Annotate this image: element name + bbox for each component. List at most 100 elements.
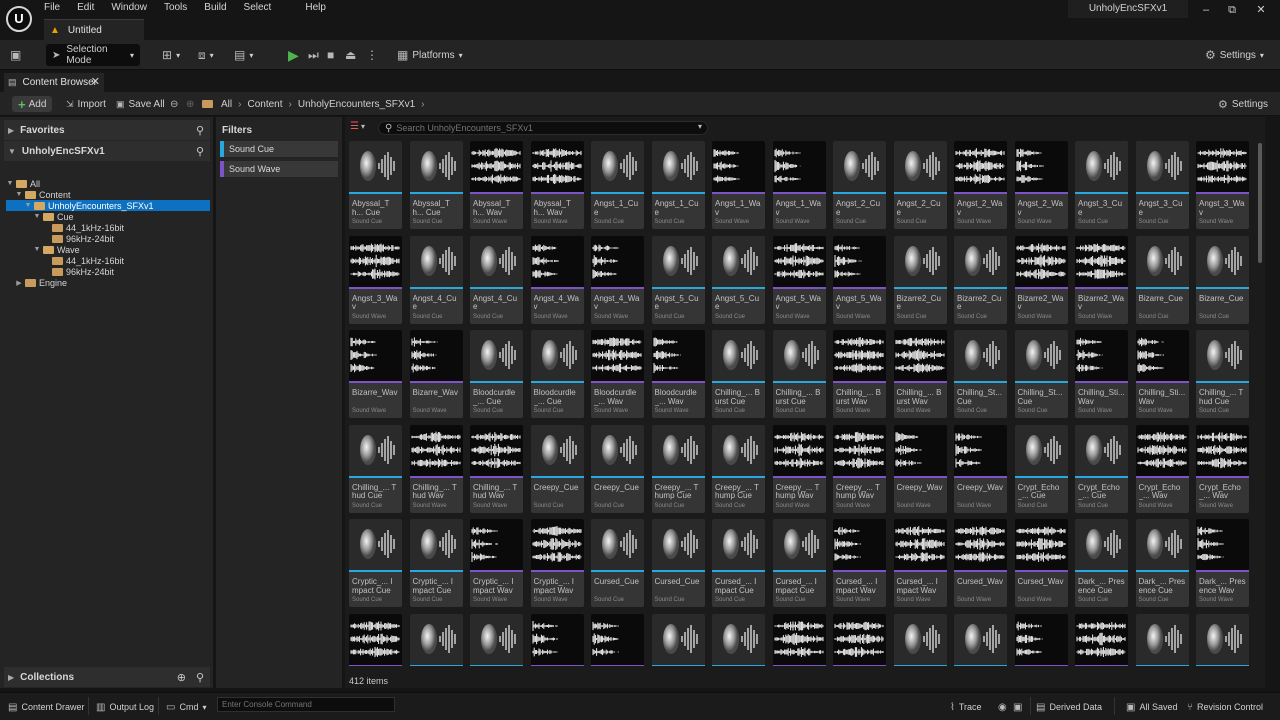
chevron-right-icon[interactable]: › (421, 99, 424, 110)
content-drawer-button[interactable]: ▤ Content Drawer (8, 699, 84, 715)
sound-wave-asset-tile[interactable]: Cursed_... Impact Wav Sound Wave (893, 519, 947, 608)
tree-folder-item[interactable]: ▼ All (6, 178, 210, 189)
sound-cue-asset-tile[interactable]: Bizarre2_Cue Sound Cue (954, 235, 1007, 324)
tree-folder-item[interactable]: ▶ Engine (6, 277, 210, 288)
sound-cue-asset-tile[interactable]: Chilling_St... Cue Sound Cue (1014, 330, 1068, 419)
maximize-button[interactable]: ⧉ (1222, 2, 1242, 18)
sound-cue-asset-tile[interactable]: Angst_1_Cue Sound Cue (591, 141, 644, 229)
sound-cue-asset-tile[interactable]: Cursed_... Impact Cue Sound Cue (772, 519, 826, 608)
unreal-logo-icon[interactable]: U (6, 6, 32, 32)
sound-cue-asset-tile[interactable]: Dark_... Presence Cue Sound Cue (1135, 519, 1189, 608)
favorites-header[interactable]: ▶ Favorites ⚲ (4, 120, 210, 140)
save-level-button[interactable]: ▣ (10, 44, 21, 66)
content-browser-tab[interactable]: ▤ Content Browser ✕ (4, 73, 104, 92)
sound-cue-asset-tile[interactable]: Creepy_Cue Sound Cue (530, 424, 584, 513)
asset-grid-scrollbar[interactable] (1258, 143, 1262, 263)
sound-cue-asset-tile[interactable]: Dark_... Presence Cue Sound Cue (1075, 519, 1128, 608)
sound-wave-asset-tile[interactable]: Chilling_... Thud Wav Sound Wave (409, 424, 463, 513)
import-button[interactable]: ⇲ Import (66, 96, 106, 112)
breadcrumb-all[interactable]: All (221, 99, 232, 110)
project-root-header[interactable]: ▼ UnholyEncSFXv1 ⚲ (4, 141, 210, 161)
content-browser-settings-button[interactable]: ⚙ Settings (1218, 96, 1268, 112)
sound-cue-asset-tile[interactable]: Angst_3_Cue Sound Cue (1135, 141, 1189, 229)
chevron-down-icon[interactable]: ▼ (24, 202, 32, 209)
sound-wave-asset-tile[interactable]: Angst_4_Wav Sound Wave (591, 235, 644, 324)
asset-search-box[interactable]: ⚲ ▾ (378, 121, 708, 135)
sound-cue-asset-tile[interactable]: Angst_5_Cue Sound Cue (651, 235, 705, 324)
close-window-button[interactable]: ✕ (1251, 2, 1271, 18)
sound-cue-asset-tile[interactable]: Angst_4_Cue Sound Cue (409, 235, 463, 324)
sound-wave-asset-tile[interactable]: Chilling_... Burst Wav Sound Wave (893, 330, 947, 419)
sound-wave-asset-tile[interactable]: Bizarre2_Wav Sound Wave (1014, 235, 1068, 324)
sound-cue-asset-tile[interactable]: Chilling_... Thud Cue Sound Cue (1196, 330, 1249, 419)
sound-cue-asset-tile[interactable]: Crypt_Echo_... Cue Sound Cue (1014, 424, 1068, 513)
sound-wave-asset-tile[interactable]: Creepy_Wav Sound Wave (954, 424, 1007, 513)
sound-wave-asset-tile[interactable]: Abyssal_Th... Wav Sound Wave (470, 141, 523, 229)
sound-wave-asset-tile[interactable]: Angst_3_Wav Sound Wave (349, 235, 402, 324)
sound-wave-asset-tile[interactable]: Crypt_Echo_... Wav Sound Wave (1135, 424, 1189, 513)
menu-select[interactable]: Select (244, 2, 272, 16)
sound-wave-asset-tile[interactable]: Sound Wave (833, 613, 886, 666)
sound-wave-asset-tile[interactable]: Chilling_... Thud Wav Sound Wave (470, 424, 523, 513)
sound-cue-asset-tile[interactable]: Bloodcurdle_... Cue Sound Cue (470, 330, 523, 419)
sound-cue-asset-tile[interactable]: Chilling_... Burst Cue Sound Cue (712, 330, 765, 419)
sound-wave-asset-tile[interactable]: Cursed_Wav Sound Wave (1014, 519, 1068, 608)
minimize-button[interactable]: – (1196, 2, 1216, 18)
sound-cue-asset-tile[interactable]: Sound Cue (409, 613, 463, 666)
chevron-down-icon[interactable]: ▾ (698, 122, 702, 131)
sound-wave-asset-tile[interactable]: Angst_2_Wav Sound Wave (1014, 141, 1068, 229)
derived-data-button[interactable]: ▤ Derived Data (1036, 699, 1102, 715)
sound-wave-asset-tile[interactable]: Creepy_... Thump Wav Sound Wave (833, 424, 886, 513)
sound-cue-asset-tile[interactable]: Angst_1_Cue Sound Cue (651, 141, 705, 229)
menu-file[interactable]: File (44, 2, 60, 16)
sound-wave-asset-tile[interactable]: Angst_2_Wav Sound Wave (954, 141, 1007, 229)
sound-cue-asset-tile[interactable]: Bizarre2_Cue Sound Cue (893, 235, 947, 324)
platforms-dropdown[interactable]: ▦ Platforms ▾ (397, 44, 463, 66)
tree-folder-item[interactable]: 44_1kHz-16bit (6, 255, 210, 266)
sound-cue-asset-tile[interactable]: Creepy_Cue Sound Cue (591, 424, 644, 513)
menu-tools[interactable]: Tools (164, 2, 187, 16)
level-tab[interactable]: ▲ Untitled (44, 19, 144, 40)
sound-cue-asset-tile[interactable]: Cursed_Cue Sound Cue (591, 519, 644, 608)
sound-wave-asset-tile[interactable]: Chilling_Sti... Wav Sound Wave (1075, 330, 1128, 419)
sound-cue-asset-tile[interactable]: Cursed_... Impact Cue Sound Cue (712, 519, 765, 608)
sound-cue-asset-tile[interactable]: Bloodcurdle_... Cue Sound Cue (530, 330, 584, 419)
add-button[interactable]: + Add (12, 96, 53, 112)
chevron-right-icon[interactable]: ▶ (15, 279, 23, 287)
sound-wave-asset-tile[interactable]: Creepy_... Thump Wav Sound Wave (772, 424, 826, 513)
sound-wave-asset-tile[interactable]: Sound Wave (530, 613, 584, 666)
sound-cue-asset-tile[interactable]: Cryptic_... Impact Cue Sound Cue (409, 519, 463, 608)
sound-cue-asset-tile[interactable]: Abyssal_Th... Cue Sound Cue (409, 141, 463, 229)
sound-wave-asset-tile[interactable]: Cursed_... Impact Wav Sound Wave (833, 519, 886, 608)
sound-wave-asset-tile[interactable]: Cryptic_... Impact Wav Sound Wave (470, 519, 523, 608)
sound-wave-asset-tile[interactable]: Angst_4_Wav Sound Wave (530, 235, 584, 324)
tree-folder-item[interactable]: ▼ Content (6, 189, 210, 200)
sound-cue-asset-tile[interactable]: Angst_5_Cue Sound Cue (712, 235, 765, 324)
sound-wave-asset-tile[interactable]: Dark_... Presence Wav Sound Wave (1196, 519, 1249, 608)
play-options-button[interactable]: ⋮ (366, 44, 378, 66)
eject-button[interactable]: ⏏ (345, 44, 356, 66)
cinematics-button[interactable]: ▤ ▾ (234, 44, 253, 66)
sound-wave-asset-tile[interactable]: Bloodcurdle_... Wav Sound Wave (591, 330, 644, 419)
output-log-button[interactable]: ▥ Output Log (96, 699, 154, 715)
menu-help[interactable]: Help (305, 2, 326, 16)
sound-cue-asset-tile[interactable]: Bizarre_Cue Sound Cue (1196, 235, 1249, 324)
sound-cue-asset-tile[interactable]: Chilling_St... Cue Sound Cue (954, 330, 1007, 419)
search-icon[interactable]: ⚲ (196, 671, 204, 684)
sound-cue-asset-tile[interactable]: Angst_2_Cue Sound Cue (833, 141, 886, 229)
sound-cue-asset-tile[interactable]: Angst_4_Cue Sound Cue (470, 235, 523, 324)
sound-cue-asset-tile[interactable]: Chilling_... Thud Cue Sound Cue (349, 424, 402, 513)
selection-mode-dropdown[interactable]: ➤ Selection Mode ▾ (46, 44, 140, 66)
breadcrumb-project-folder[interactable]: UnholyEncounters_SFXv1 (298, 99, 415, 110)
sound-cue-asset-tile[interactable]: Angst_2_Cue Sound Cue (893, 141, 947, 229)
sound-cue-asset-tile[interactable]: Sound Cue (470, 613, 523, 666)
cmd-dropdown[interactable]: ▭ Cmd ▾ (166, 699, 206, 715)
sound-wave-asset-tile[interactable]: Angst_5_Wav Sound Wave (772, 235, 826, 324)
sound-wave-asset-tile[interactable]: Bloodcurdle_... Wav Sound Wave (651, 330, 705, 419)
sound-wave-asset-tile[interactable]: Cryptic_... Impact Wav Sound Wave (530, 519, 584, 608)
sound-wave-asset-tile[interactable]: Angst_3_Wav Sound Wave (1196, 141, 1249, 229)
sound-wave-asset-tile[interactable]: Cursed_Wav Sound Wave (954, 519, 1007, 608)
sound-wave-asset-tile[interactable]: Creepy_Wav Sound Wave (893, 424, 947, 513)
breadcrumb-content[interactable]: Content (247, 99, 282, 110)
console-command-input[interactable] (217, 697, 395, 712)
